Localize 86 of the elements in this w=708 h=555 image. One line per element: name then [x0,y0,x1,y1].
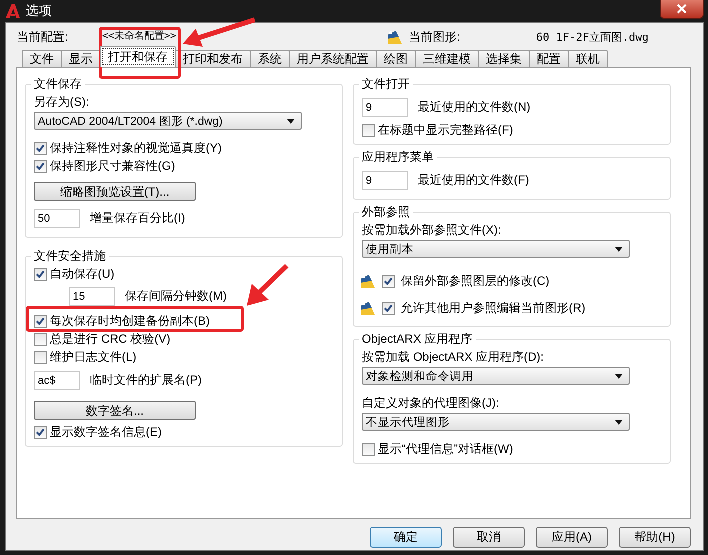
check-icon [383,276,394,286]
group-title: 文件打开 [361,76,411,93]
check-icon [35,316,46,327]
dropdown[interactable]: 不显示代理图形 [362,413,630,431]
checkbox[interactable] [382,302,395,314]
checkbox[interactable] [34,351,47,364]
checkbox[interactable] [34,160,47,173]
tab[interactable]: 打开和保存 [100,46,176,67]
group-title: 文件安全措施 [33,248,107,265]
annotation-arrow [247,264,289,306]
checkbox[interactable] [34,426,47,439]
tab[interactable]: 文件 [22,50,62,67]
checkbox[interactable] [34,315,47,328]
app-logo-icon [5,3,21,19]
caret-icon [615,246,623,252]
field-label: 最近使用的文件数(F) [418,172,530,189]
settings-button[interactable]: 缩略图预览设置(T)... [34,182,196,201]
checkbox-label: 自动保存(U) [50,266,115,283]
tab[interactable]: 配置 [529,50,569,67]
checkbox[interactable] [362,124,375,137]
tab[interactable]: 用户系统配置 [289,50,377,67]
input-field[interactable]: 9 [362,171,408,190]
input-field[interactable]: ac$ [34,371,80,390]
checkbox[interactable] [34,142,47,155]
checkbox[interactable] [362,443,375,456]
group-title: 文件保存 [33,76,83,93]
field-label: 保存间隔分钟数(M) [125,288,227,305]
close-icon [677,4,687,14]
profile-label: 当前配置: [17,28,68,46]
close-button[interactable] [660,0,704,19]
check-icon [35,427,46,438]
field-label: 按需加载 ObjectARX 应用程序(D): [362,350,544,364]
field-label: 最近使用的文件数(N) [418,99,531,116]
drawing-label: 当前图形: [409,28,460,46]
check-icon [35,269,46,280]
tab[interactable]: 联机 [568,50,608,67]
drawing-file-icon [387,29,403,45]
checkbox-label: 每次保存时均创建备份副本(B) [50,313,210,330]
checkbox-label: 保留外部参照图层的修改(C) [401,272,550,290]
checkbox[interactable] [34,268,47,281]
tab[interactable]: 三维建模 [415,50,479,67]
checkbox-label: 显示“代理信息”对话框(W) [378,441,514,458]
checkbox-label: 保持注释性对象的视觉逼真度(Y) [50,140,222,157]
dialog-button[interactable]: 确定 [370,527,442,548]
group-title: 外部参照 [361,204,411,221]
checkbox-label: 在标题中显示完整路径(F) [378,122,514,139]
dropdown[interactable]: 对象检测和命令调用 [362,367,630,385]
field-label: 增量保存百分比(I) [90,210,186,227]
field-label: 自定义对象的代理图像(J): [362,396,500,410]
input-field[interactable]: 9 [362,98,408,117]
window-title: 选项 [26,2,52,20]
check-icon [383,302,394,314]
tab[interactable]: 系统 [250,50,290,67]
input-field[interactable]: 50 [34,209,80,228]
drawing-name: 60 1F-2F立面图.dwg [536,30,649,44]
caret-icon [615,420,623,424]
tab[interactable]: 选择集 [478,50,530,67]
caret-icon [287,118,295,124]
tab[interactable]: 打印和发布 [175,50,251,67]
field-label: 按需加载外部参照文件(X): [362,223,502,237]
dialog-button[interactable]: 帮助(H) [619,527,691,548]
checkbox-label: 允许其他用户参照编辑当前图形(R) [401,300,586,316]
dialog-button[interactable]: 应用(A) [536,527,608,548]
checkbox-label: 显示数字签名信息(E) [50,424,162,441]
input-field[interactable]: 15 [69,287,115,306]
checkbox-label: 保持图形尺寸兼容性(G) [50,158,176,175]
dropdown[interactable]: AutoCAD 2004/LT2004 图形 (*.dwg) [34,112,302,130]
group-title: 应用程序菜单 [361,149,435,166]
check-icon [35,161,46,172]
settings-button[interactable]: 数字签名... [34,401,196,420]
tab[interactable]: 显示 [61,50,101,67]
dialog-button[interactable]: 取消 [453,527,525,548]
field-label: 临时文件的扩展名(P) [90,372,202,389]
check-icon [35,143,46,154]
checkbox-label: 维护日志文件(L) [50,349,137,366]
checkbox[interactable] [382,274,395,288]
dropdown[interactable]: 使用副本 [362,240,630,258]
group-title: ObjectARX 应用程序 [361,331,474,348]
tab[interactable]: 绘图 [376,50,416,67]
field-label: 另存为(S): [34,95,90,109]
drawing-file-icon [360,300,376,316]
checkbox[interactable] [34,333,47,346]
profile-name: <<未命名配置>> [102,30,176,44]
caret-icon [615,374,623,378]
checkbox-label: 总是进行 CRC 校验(V) [50,331,171,348]
drawing-file-icon [360,273,376,289]
